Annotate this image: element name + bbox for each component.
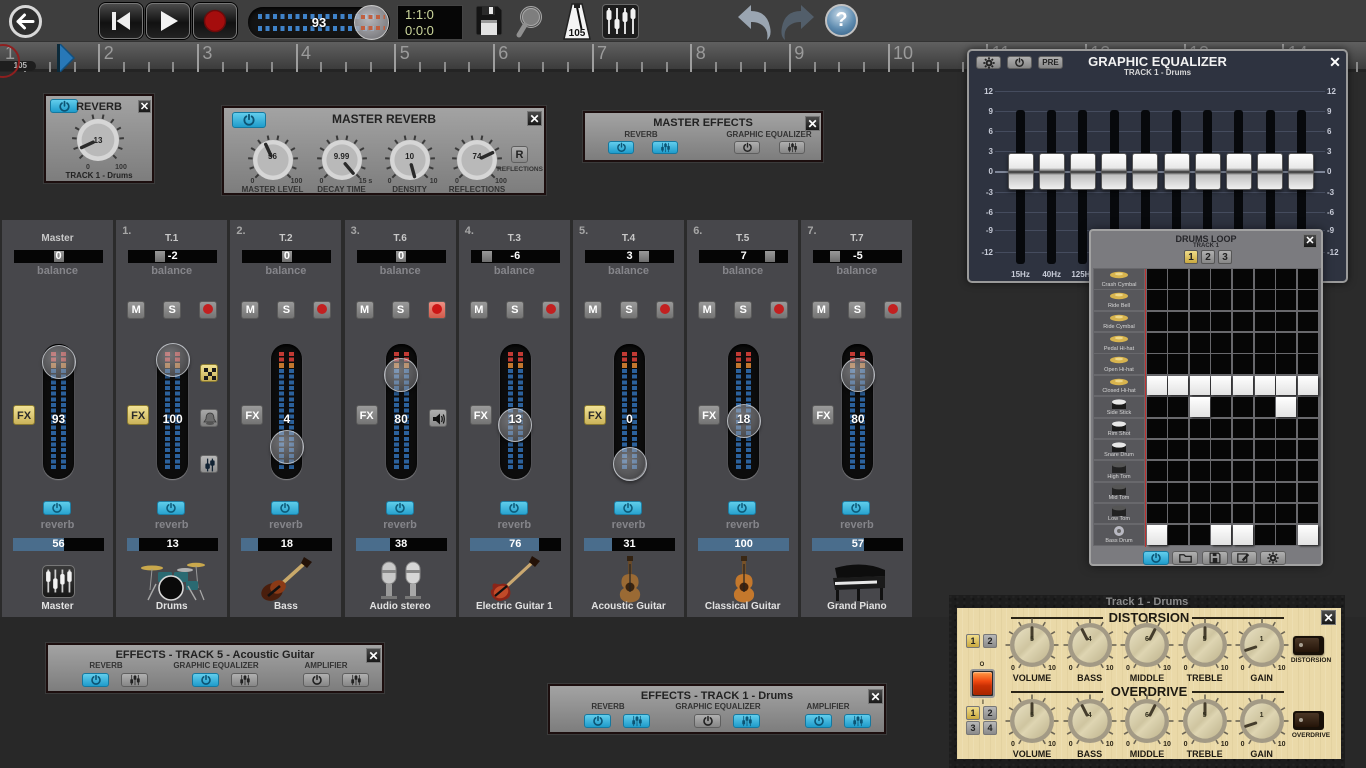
svg-text:105: 105: [569, 28, 586, 39]
